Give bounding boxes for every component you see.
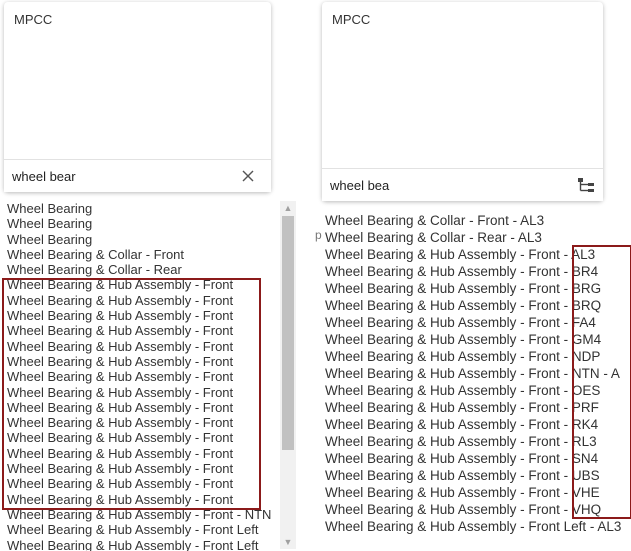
scroll-down-icon[interactable]: ▼ [280,535,296,549]
list-item[interactable]: Wheel Bearing & Hub Assembly - Front - P… [322,399,631,416]
list-item[interactable]: Wheel Bearing & Hub Assembly - Front [4,492,280,507]
list-item[interactable]: Wheel Bearing & Hub Assembly - Front - B… [322,280,631,297]
list-item[interactable]: Wheel Bearing & Hub Assembly - Front - F… [322,314,631,331]
list-item[interactable]: Wheel Bearing [4,232,280,247]
list-item[interactable]: Wheel Bearing & Hub Assembly - Front - N… [322,348,631,365]
list-item[interactable]: Wheel Bearing & Hub Assembly - Front - N… [4,507,280,522]
list-item[interactable]: Wheel Bearing & Hub Assembly - Front [4,369,280,384]
left-search-card: MPCC [4,2,271,192]
list-item[interactable]: Wheel Bearing & Hub Assembly - Front - V… [322,501,631,518]
list-item[interactable]: Wheel Bearing & Hub Assembly - Front [4,400,280,415]
list-item[interactable]: Wheel Bearing & Hub Assembly - Front [4,430,280,445]
left-search-row [4,159,271,192]
list-item[interactable]: Wheel Bearing & Hub Assembly - Front [4,293,280,308]
list-item[interactable]: Wheel Bearing [4,216,280,231]
list-item[interactable]: Wheel Bearing & Collar - Rear [4,262,280,277]
list-item[interactable]: Wheel Bearing & Collar - Front - AL3 [322,212,631,229]
list-item[interactable]: Wheel Bearing & Hub Assembly - Front [4,385,280,400]
list-item[interactable]: Wheel Bearing & Hub Assembly - Front [4,476,280,491]
list-item[interactable]: Wheel Bearing & Hub Assembly - Front [4,308,280,323]
right-search-input[interactable] [330,174,530,196]
left-search-input[interactable] [12,165,212,187]
list-item[interactable]: Wheel Bearing & Hub Assembly - Front - A… [322,246,631,263]
list-item[interactable]: Wheel Bearing & Hub Assembly - Front [4,461,280,476]
list-item[interactable]: Wheel Bearing & Hub Assembly - Front - S… [322,450,631,467]
list-item[interactable]: Wheel Bearing & Collar - Front [4,247,280,262]
list-item[interactable]: Wheel Bearing & Hub Assembly - Front [4,354,280,369]
list-item[interactable]: Wheel Bearing & Hub Assembly - Front [4,323,280,338]
scroll-up-icon[interactable]: ▲ [280,201,296,215]
right-results-list[interactable]: Wheel Bearing & Collar - Front - AL3 Whee… [322,212,631,542]
list-item[interactable]: Wheel Bearing & Hub Assembly - Front [4,277,280,292]
list-item[interactable]: Wheel Bearing & Hub Assembly - Front - B… [322,263,631,280]
list-item[interactable]: Wheel Bearing [4,201,280,216]
partial-text-fragment: p [315,228,322,242]
scroll-thumb[interactable] [282,216,294,450]
list-item[interactable]: Wheel Bearing & Hub Assembly - Front [4,339,280,354]
list-item[interactable]: Wheel Bearing & Hub Assembly - Front [4,446,280,461]
tree-view-icon[interactable] [577,177,595,193]
list-item[interactable]: Wheel Bearing & Hub Assembly - Front - B… [322,297,631,314]
left-results-list[interactable]: Wheel Bearing Wheel Bearing Wheel Bearing W… [4,201,280,551]
list-item[interactable]: Wheel Bearing & Hub Assembly - Front - R… [322,433,631,450]
left-list-scrollbar[interactable]: ▲ ▼ [280,201,296,549]
right-search-row [322,168,603,201]
list-item[interactable]: Wheel Bearing & Hub Assembly - Front [4,415,280,430]
clear-icon[interactable] [241,169,255,183]
list-item[interactable]: Wheel Bearing & Hub Assembly - Front - V… [322,484,631,501]
list-item[interactable]: Wheel Bearing & Hub Assembly - Front - R… [322,416,631,433]
list-item[interactable]: Wheel Bearing & Hub Assembly - Front - U… [322,467,631,484]
right-tag-label: MPCC [332,12,371,27]
right-search-card: MPCC [322,2,603,201]
left-tag-label: MPCC [14,12,53,27]
list-item[interactable]: Wheel Bearing & Collar - Rear - AL3 [322,229,631,246]
list-item[interactable]: Wheel Bearing & Hub Assembly - Front Lef… [322,518,631,535]
list-item[interactable]: Wheel Bearing & Hub Assembly - Front - N… [322,365,631,382]
list-item[interactable]: Wheel Bearing & Hub Assembly - Front - O… [322,382,631,399]
list-item[interactable]: Wheel Bearing & Hub Assembly - Front Lef… [4,522,280,537]
list-item[interactable]: Wheel Bearing & Hub Assembly - Front Lef… [4,538,280,551]
list-item[interactable]: Wheel Bearing & Hub Assembly - Front - G… [322,331,631,348]
